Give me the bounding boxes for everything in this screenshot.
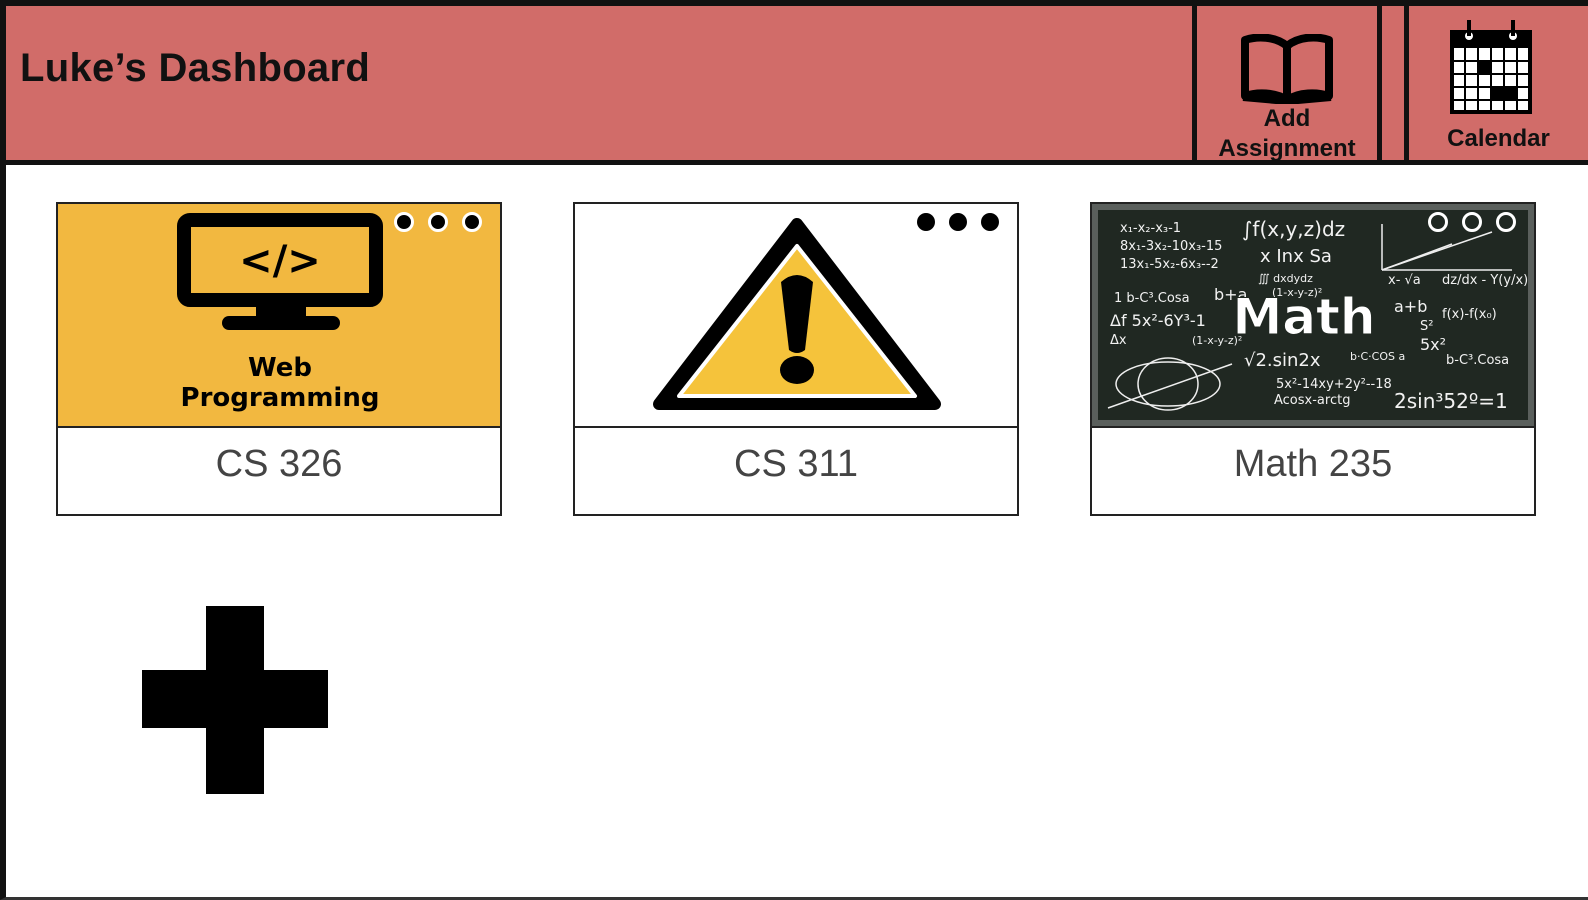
calendar-button[interactable]: Calendar xyxy=(1404,6,1588,160)
svg-text:√2.sin2x: √2.sin2x xyxy=(1244,350,1321,371)
svg-text:f(x)-f(x₀): f(x)-f(x₀) xyxy=(1442,307,1497,322)
plus-icon xyxy=(142,606,328,794)
svg-text:5x²-14xy+2y²--18: 5x²-14xy+2y²--18 xyxy=(1276,377,1392,392)
svg-text:Δf 5x²-6Y³-1: Δf 5x²-6Y³-1 xyxy=(1110,311,1206,330)
svg-text:5x²: 5x² xyxy=(1420,335,1446,354)
svg-text:∫f(x,y,z)dz: ∫f(x,y,z)dz xyxy=(1242,217,1345,241)
calendar-icon xyxy=(1450,20,1532,114)
add-assignment-label: Add Assignment xyxy=(1218,105,1356,162)
dot-icon xyxy=(917,213,935,231)
add-course-button[interactable] xyxy=(136,606,336,806)
svg-text:2sin³52º=1: 2sin³52º=1 xyxy=(1394,389,1508,413)
svg-text:1 b-C³.Cosa: 1 b-C³.Cosa xyxy=(1114,291,1190,306)
svg-text:x₁-x₂-x₃-1: x₁-x₂-x₃-1 xyxy=(1120,221,1181,236)
image-text-programming: Programming xyxy=(181,383,380,413)
open-book-icon xyxy=(1241,34,1333,104)
course-name: CS 326 xyxy=(58,426,500,514)
monitor-code-icon: </> Web Programming xyxy=(177,213,383,413)
svg-text:x Inx Sa: x Inx Sa xyxy=(1260,246,1332,267)
dot-icon xyxy=(981,213,999,231)
svg-text:13x₁-5x₂-6x₃--2: 13x₁-5x₂-6x₃--2 xyxy=(1120,257,1219,272)
svg-text:b-C³.Cosa: b-C³.Cosa xyxy=(1446,353,1509,368)
course-card-math235[interactable]: x₁-x₂-x₃-1 8x₁-3x₂-10x₃-15 13x₁-5x₂-6x₃-… xyxy=(1090,202,1536,516)
svg-text:b·C·COS a: b·C·COS a xyxy=(1350,350,1405,363)
warning-icon xyxy=(653,218,941,410)
course-card-cs311[interactable]: CS 311 xyxy=(573,202,1019,516)
course-image-warning xyxy=(575,204,1017,426)
card-menu-button[interactable] xyxy=(917,212,999,231)
page-title: Luke’s Dashboard xyxy=(20,46,371,90)
image-text-math: Math xyxy=(1233,288,1376,346)
dot-icon xyxy=(1462,212,1482,232)
svg-text:Acosx-arctg: Acosx-arctg xyxy=(1274,393,1350,408)
svg-text:∭ dxdydz: ∭ dxdydz xyxy=(1258,272,1313,285)
card-menu-button[interactable] xyxy=(1428,212,1516,232)
svg-text:</>: </> xyxy=(239,238,321,284)
image-text-web: Web xyxy=(248,353,312,383)
svg-text:8x₁-3x₂-10x₃-15: 8x₁-3x₂-10x₃-15 xyxy=(1120,239,1222,254)
course-name: Math 235 xyxy=(1092,426,1534,514)
dot-icon xyxy=(1496,212,1516,232)
dot-icon xyxy=(394,212,414,232)
course-image-math-chalkboard: x₁-x₂-x₃-1 8x₁-3x₂-10x₃-15 13x₁-5x₂-6x₃-… xyxy=(1092,204,1534,426)
card-menu-button[interactable] xyxy=(394,212,482,232)
dot-icon xyxy=(1428,212,1448,232)
calendar-label: Calendar xyxy=(1447,125,1550,152)
dot-icon xyxy=(462,212,482,232)
course-name: CS 311 xyxy=(575,426,1017,514)
add-assignment-button[interactable]: Add Assignment xyxy=(1192,6,1382,162)
svg-text:S²: S² xyxy=(1420,319,1433,334)
dot-icon xyxy=(428,212,448,232)
svg-text:Δx: Δx xyxy=(1110,333,1127,348)
svg-text:a+b: a+b xyxy=(1394,297,1427,316)
chalkboard-math: x₁-x₂-x₃-1 8x₁-3x₂-10x₃-15 13x₁-5x₂-6x₃-… xyxy=(1098,210,1528,420)
svg-text:x- √a: x- √a xyxy=(1388,273,1421,288)
course-card-cs326[interactable]: </> Web Programming CS 326 xyxy=(56,202,502,516)
dot-icon xyxy=(949,213,967,231)
header-bar: Luke’s Dashboard Add Assignment Calendar xyxy=(6,6,1588,165)
dashboard-app: Luke’s Dashboard Add Assignment Calendar… xyxy=(0,0,1588,900)
svg-text:dz/dx - Y(y/x): dz/dx - Y(y/x) xyxy=(1442,273,1528,288)
course-image-web-programming: </> Web Programming xyxy=(58,204,500,426)
